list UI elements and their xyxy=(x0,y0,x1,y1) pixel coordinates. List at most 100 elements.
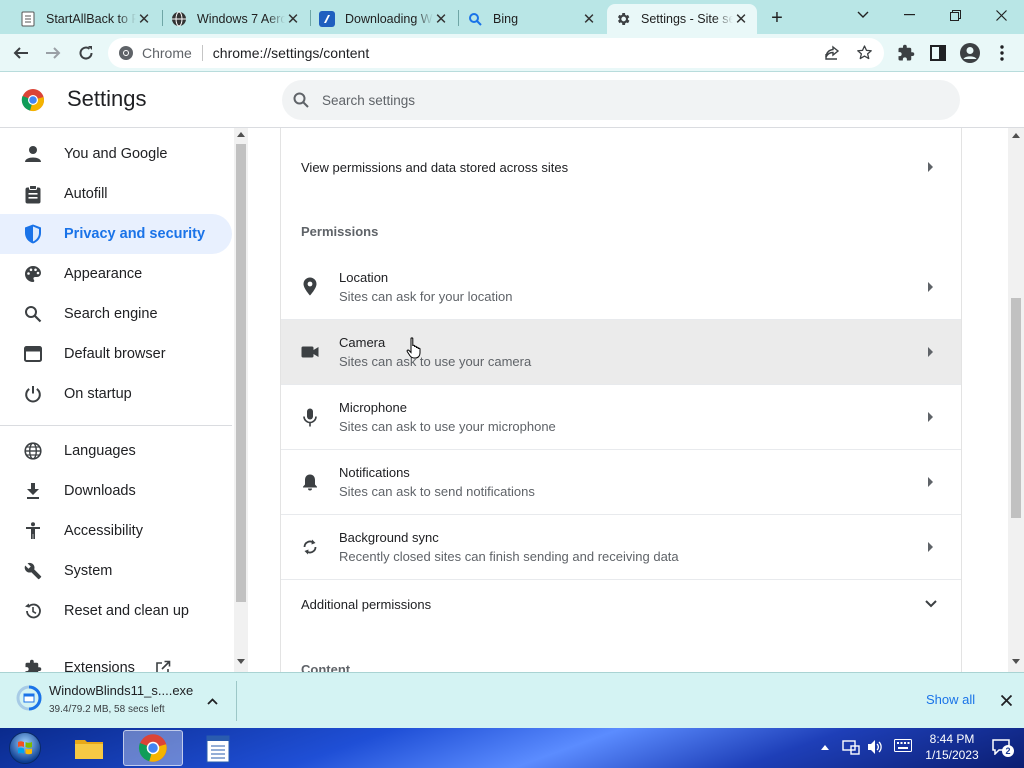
tab-bing[interactable]: Bing ✕ xyxy=(459,4,605,34)
tab-search-button[interactable] xyxy=(840,0,886,30)
sidebar-scrollbar-thumb[interactable] xyxy=(236,144,246,602)
sidebar-item-label: Search engine xyxy=(64,306,158,322)
download-icon xyxy=(22,480,44,502)
tab-windows7-aero[interactable]: Windows 7 Aero ✕ xyxy=(163,4,309,34)
sidebar-item-extensions[interactable]: Extensions xyxy=(0,648,232,672)
arrow-right-icon xyxy=(901,347,961,357)
close-window-button[interactable] xyxy=(978,0,1024,30)
tab-downloading[interactable]: Downloading W ✕ xyxy=(311,4,457,34)
menu-button[interactable] xyxy=(986,37,1018,69)
settings-sidebar: You and Google Autofill Privacy and secu… xyxy=(0,128,248,672)
sidebar-item-label: Accessibility xyxy=(64,523,143,539)
new-tab-button[interactable]: + xyxy=(764,5,790,31)
download-item[interactable]: WindowBlinds11_s....exe 39.4/79.2 MB, 58… xyxy=(0,673,236,728)
puzzle-icon xyxy=(898,44,915,61)
scroll-down-arrow-icon[interactable] xyxy=(1012,659,1020,665)
permission-subtitle: Sites can ask to send notifications xyxy=(339,484,535,499)
side-panel-button[interactable] xyxy=(922,37,954,69)
document-favicon-icon xyxy=(20,11,36,27)
additional-permissions-label: Additional permissions xyxy=(301,596,432,612)
sidebar-item-search-engine[interactable]: Search engine xyxy=(0,294,232,334)
sidebar-item-label: Autofill xyxy=(64,186,108,202)
close-tab-icon[interactable]: ✕ xyxy=(285,11,301,28)
chevron-up-icon xyxy=(206,697,218,705)
sidebar-item-on-startup[interactable]: On startup xyxy=(0,374,232,414)
permission-subtitle: Sites can ask for your location xyxy=(339,288,513,304)
chevron-down-icon[interactable] xyxy=(901,600,961,608)
view-permissions-row[interactable]: View permissions and data stored across … xyxy=(281,128,961,206)
sidebar-item-default-browser[interactable]: Default browser xyxy=(0,334,232,374)
close-shelf-button[interactable] xyxy=(998,692,1014,708)
windows-orb-icon xyxy=(9,732,41,764)
additional-permissions-row[interactable]: Additional permissions xyxy=(281,580,961,628)
forward-button[interactable] xyxy=(37,37,69,69)
download-filename: WindowBlinds11_s....exe xyxy=(49,683,194,698)
restore-button[interactable] xyxy=(932,0,978,30)
stardock-favicon-icon xyxy=(319,11,335,27)
sidebar-item-appearance[interactable]: Appearance xyxy=(0,254,232,294)
close-tab-icon[interactable]: ✕ xyxy=(433,11,449,28)
folder-icon xyxy=(75,740,103,759)
sidebar-item-label: Appearance xyxy=(64,266,143,282)
bookmark-star-icon[interactable] xyxy=(856,44,873,61)
share-icon[interactable] xyxy=(824,45,840,61)
permission-title: Microphone xyxy=(339,400,407,415)
permission-row-background-sync[interactable]: Background sync Recently closed sites ca… xyxy=(281,515,961,579)
show-hidden-icons-button[interactable] xyxy=(818,740,832,754)
main-scrollbar-thumb[interactable] xyxy=(1011,298,1021,518)
clock-date: 1/15/2023 xyxy=(925,748,979,762)
profile-button[interactable] xyxy=(954,37,986,69)
scroll-up-arrow-icon[interactable] xyxy=(1012,132,1020,138)
action-center-icon[interactable] xyxy=(842,738,860,756)
scroll-down-arrow-icon[interactable] xyxy=(237,659,245,665)
sidebar-item-autofill[interactable]: Autofill xyxy=(0,174,232,214)
sidebar-item-you-and-google[interactable]: You and Google xyxy=(0,134,232,174)
close-tab-icon[interactable]: ✕ xyxy=(136,11,152,28)
sidebar-item-reset-and-clean-up[interactable]: Reset and clean up xyxy=(0,591,232,631)
tab-title: Windows 7 Aero xyxy=(197,12,285,26)
wrench-icon xyxy=(22,560,44,582)
back-button[interactable] xyxy=(5,37,37,69)
tab-startallback[interactable]: StartAllBack to F ✕ xyxy=(12,4,160,34)
taskbar-notepad[interactable] xyxy=(196,730,240,766)
permission-row-notifications[interactable]: Notifications Sites can ask to send noti… xyxy=(281,450,961,514)
taskbar-chrome[interactable] xyxy=(123,730,183,766)
sidebar-item-downloads[interactable]: Downloads xyxy=(0,471,232,511)
permission-title: Location xyxy=(339,269,389,285)
bell-icon xyxy=(281,473,339,491)
start-button[interactable] xyxy=(2,729,48,767)
sidebar-item-label: Reset and clean up xyxy=(64,603,189,619)
sidebar-item-label: Default browser xyxy=(64,346,166,362)
sidebar-item-accessibility[interactable]: Accessibility xyxy=(0,511,232,551)
globe-icon xyxy=(22,440,44,462)
close-tab-icon[interactable]: ✕ xyxy=(581,11,597,28)
show-all-button[interactable]: Show all xyxy=(926,692,975,707)
sidebar-item-system[interactable]: System xyxy=(0,551,232,591)
extensions-button[interactable] xyxy=(890,37,922,69)
search-icon xyxy=(22,303,44,325)
sidebar-item-label: Languages xyxy=(64,443,136,459)
search-input[interactable] xyxy=(322,92,922,108)
taskbar-explorer[interactable] xyxy=(67,730,111,766)
sidebar-item-privacy-and-security[interactable]: Privacy and security xyxy=(0,214,232,254)
permission-row-camera[interactable]: Camera Sites can ask to use your camera xyxy=(281,320,961,384)
microphone-icon xyxy=(281,408,339,427)
permission-row-microphone[interactable]: Microphone Sites can ask to use your mic… xyxy=(281,385,961,449)
sidebar-item-languages[interactable]: Languages xyxy=(0,431,232,471)
reload-icon xyxy=(79,46,93,60)
permission-row-location[interactable]: Location Sites can ask for your location xyxy=(281,254,961,319)
close-tab-icon[interactable]: ✕ xyxy=(733,11,749,28)
download-options-button[interactable] xyxy=(203,692,221,710)
scroll-up-arrow-icon[interactable] xyxy=(237,131,245,137)
reload-button[interactable] xyxy=(70,37,102,69)
minimize-button[interactable] xyxy=(886,0,932,30)
address-bar[interactable]: Chrome chrome://settings/content xyxy=(108,38,884,68)
settings-search[interactable] xyxy=(282,80,960,120)
system-clock[interactable]: 8:44 PM 1/15/2023 xyxy=(920,731,984,763)
notifications-button[interactable]: 2 xyxy=(990,737,1016,759)
puzzle-icon xyxy=(22,657,44,672)
tab-settings[interactable]: Settings - Site se ✕ xyxy=(607,4,757,34)
keyboard-icon[interactable] xyxy=(894,739,912,755)
chevron-up-icon xyxy=(821,745,829,750)
volume-icon[interactable] xyxy=(866,738,884,756)
